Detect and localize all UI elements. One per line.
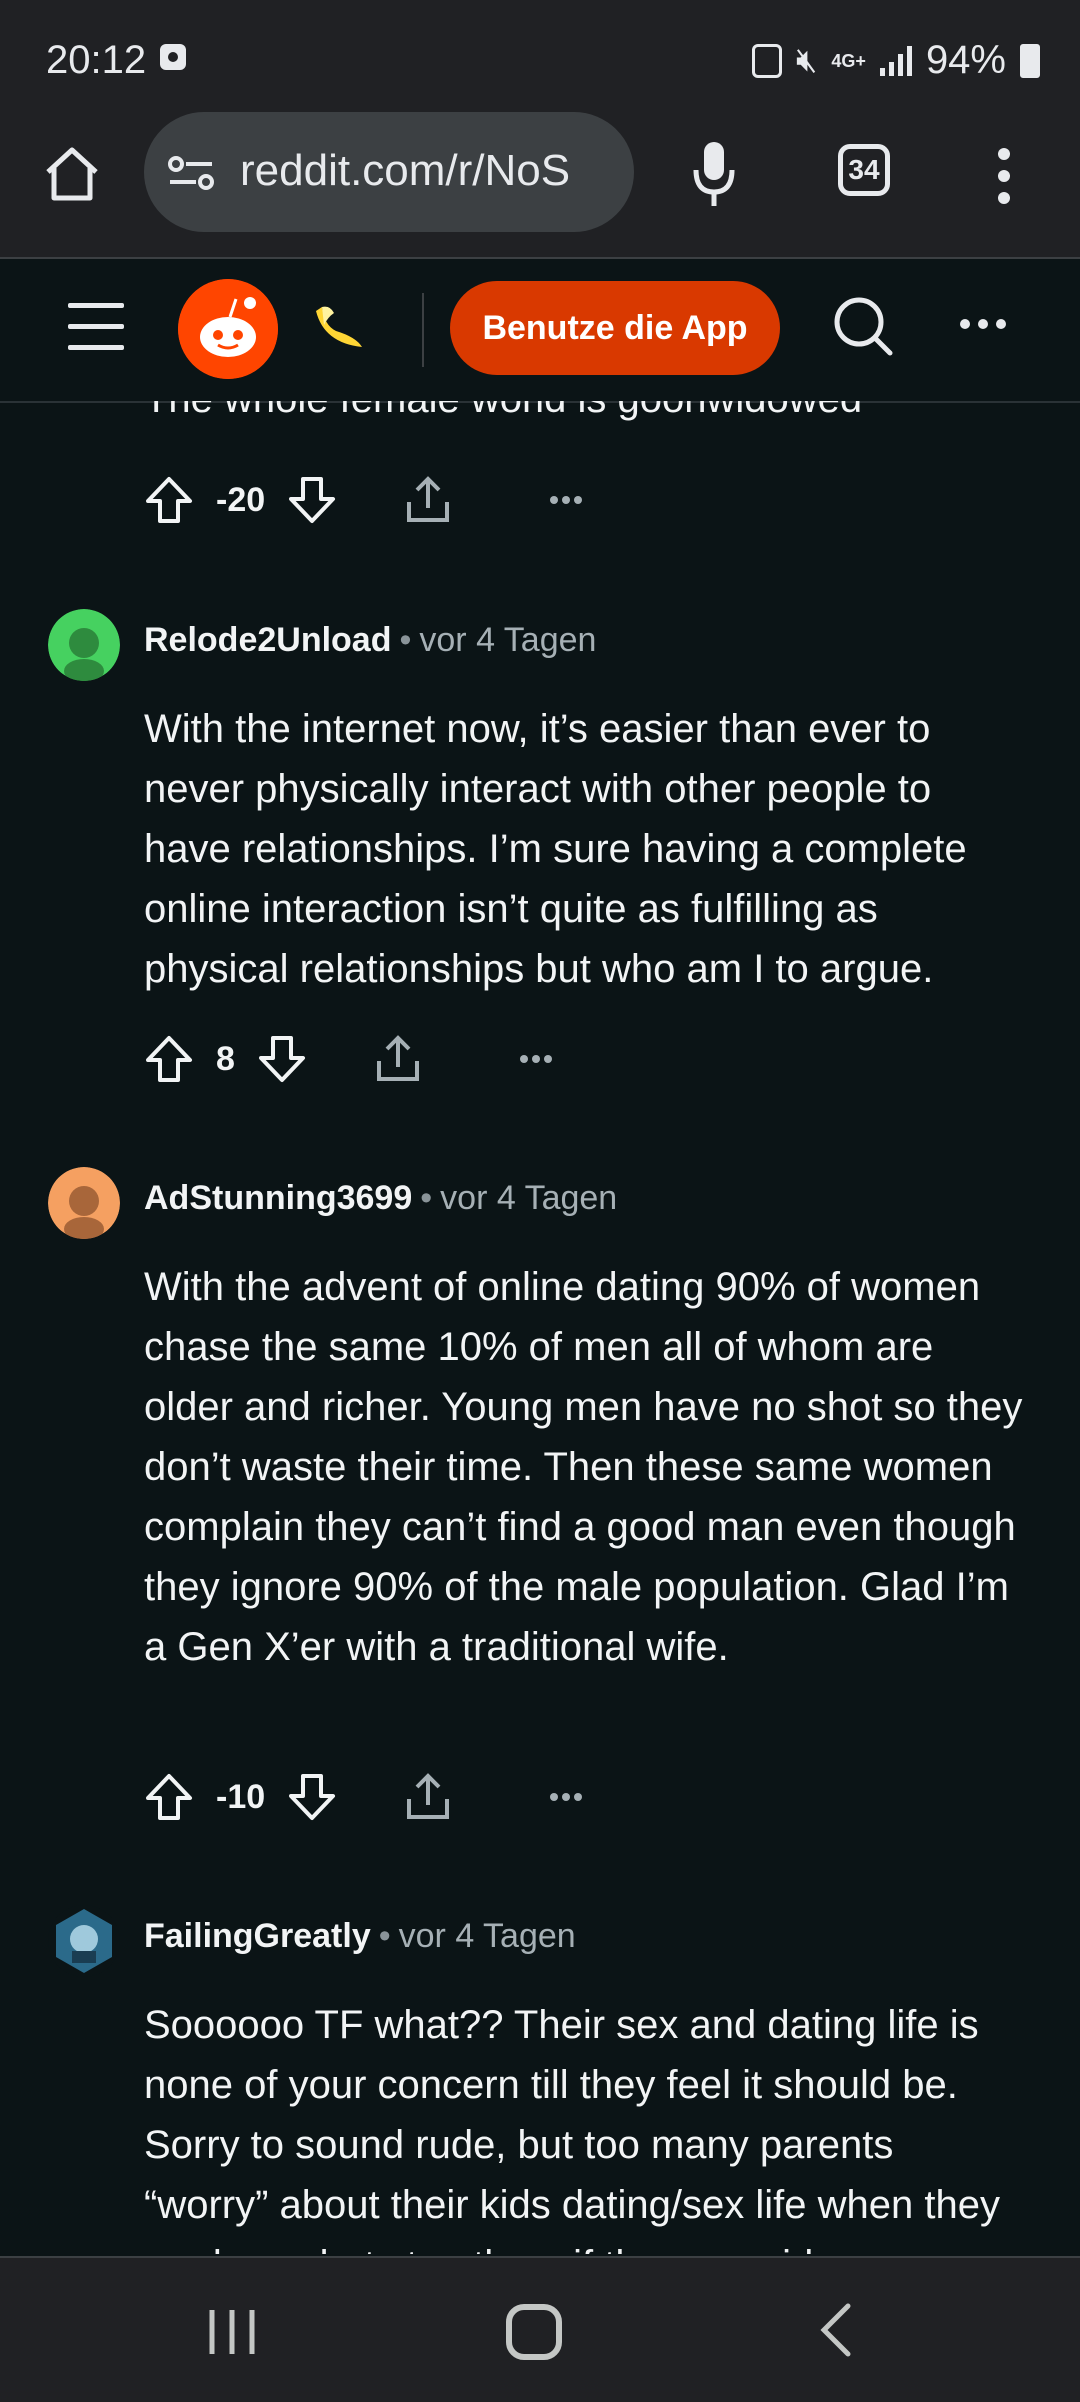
url-text: reddit.com/r/NoS (240, 146, 571, 195)
comment-meta: FailingGreatly • vor 4 Tagen (144, 1917, 576, 1955)
home-nav-icon[interactable] (506, 2304, 562, 2360)
recent-apps-icon[interactable] (206, 2306, 258, 2358)
tab-switcher-button[interactable]: 34 (838, 144, 890, 196)
vote-score: -10 (216, 1777, 266, 1816)
header-divider (422, 293, 424, 367)
battery-icon (1020, 43, 1040, 78)
system-navigation-bar (0, 2256, 1080, 2402)
comment-feed: The whole female world is goonwidowed -2… (0, 401, 1080, 2254)
downvote-icon[interactable] (287, 475, 337, 525)
author-name[interactable]: Relode2Unload (144, 621, 391, 659)
comment-time: vor 4 Tagen (440, 1179, 618, 1217)
comment-time: vor 4 Tagen (398, 1917, 576, 1955)
downvote-icon[interactable] (287, 1772, 337, 1822)
share-icon[interactable] (403, 1771, 453, 1823)
author-name[interactable]: FailingGreatly (144, 1917, 371, 1955)
status-icons: 🔇︎ 4G+ 94% (751, 38, 1040, 83)
comment-more-icon[interactable] (549, 1792, 583, 1802)
share-icon[interactable] (403, 474, 453, 526)
notification-icon (160, 44, 186, 70)
browser-toolbar: reddit.com/r/NoS 34 (0, 112, 1080, 259)
subreddit-banana-icon[interactable] (306, 297, 370, 361)
comment-time: vor 4 Tagen (419, 621, 597, 659)
comment-actions: -10 (144, 1771, 583, 1823)
comment-body: With the internet now, it’s easier than … (144, 707, 967, 991)
upvote-icon[interactable] (144, 1034, 194, 1084)
upvote-icon[interactable] (144, 475, 194, 525)
use-app-button[interactable]: Benutze die App (450, 281, 780, 375)
vote-score: -20 (216, 480, 266, 519)
status-time: 20:12 (46, 38, 147, 82)
status-bar: 20:12 🔇︎ 4G+ 94% (0, 0, 1080, 112)
back-icon[interactable] (814, 2300, 858, 2360)
home-icon[interactable] (40, 142, 104, 206)
comment-body: With the advent of online dating 90% of … (144, 1265, 1023, 1669)
reddit-logo-icon[interactable] (178, 279, 278, 379)
site-settings-icon[interactable] (168, 154, 214, 192)
microphone-icon[interactable] (690, 138, 738, 210)
avatar[interactable] (48, 609, 120, 681)
comment-more-icon[interactable] (519, 1054, 553, 1064)
partial-comment-text: The whole female world is goonwidowed (144, 401, 862, 422)
upvote-icon[interactable] (144, 1772, 194, 1822)
vote-score: 8 (216, 1039, 235, 1078)
network-type: 4G+ (831, 50, 866, 71)
browser-menu-icon[interactable] (996, 146, 1012, 206)
address-bar[interactable]: reddit.com/r/NoS (144, 112, 634, 232)
avatar[interactable] (48, 1167, 120, 1239)
comment-meta: AdStunning3699 • vor 4 Tagen (144, 1179, 618, 1217)
share-icon[interactable] (373, 1033, 423, 1085)
comment-body: Soooooo TF what?? Their sex and dating l… (144, 2003, 1000, 2254)
comment-actions: 8 (144, 1033, 553, 1085)
hamburger-menu-icon[interactable] (68, 303, 124, 351)
more-options-icon[interactable] (958, 317, 1008, 331)
signal-icon (879, 45, 912, 76)
comment-actions: -20 (144, 474, 583, 526)
reddit-header: Benutze die App (0, 259, 1080, 403)
battery-saver-icon (751, 43, 782, 78)
battery-level: 94% (925, 38, 1006, 82)
avatar[interactable] (48, 1905, 120, 1977)
mute-icon: 🔇︎ (795, 41, 818, 79)
comment-meta: Relode2Unload • vor 4 Tagen (144, 621, 597, 659)
author-name[interactable]: AdStunning3699 (144, 1179, 412, 1217)
comment-more-icon[interactable] (549, 495, 583, 505)
downvote-icon[interactable] (257, 1034, 307, 1084)
search-icon[interactable] (832, 295, 894, 357)
